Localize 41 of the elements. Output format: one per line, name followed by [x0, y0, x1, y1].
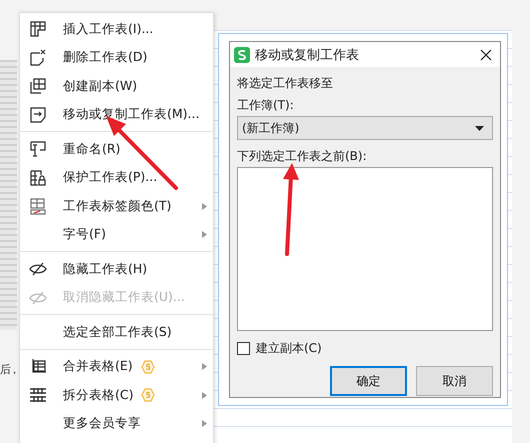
- close-icon[interactable]: [480, 48, 492, 60]
- menu-item[interactable]: 选定全部工作表(S): [20, 318, 213, 346]
- delete-sheet-icon: [29, 48, 47, 67]
- menu-item[interactable]: 删除工作表(D): [20, 44, 213, 72]
- workbook-dropdown[interactable]: (新工作簿): [237, 116, 493, 140]
- dropdown-caret-icon: [475, 126, 484, 130]
- menu-item[interactable]: 隐藏工作表(H): [20, 255, 213, 284]
- workbook-label: 工作簿(T):: [237, 97, 295, 113]
- app-logo-icon: [234, 46, 250, 62]
- sheet-list[interactable]: [237, 167, 493, 331]
- insert-sheet-icon: [29, 20, 47, 38]
- tab-color-icon: [29, 197, 47, 216]
- menu-item[interactable]: 重命名(R): [20, 135, 213, 164]
- before-sheet-label: 下列选定工作表之前(B):: [237, 148, 368, 164]
- move-sheet-icon: [29, 106, 47, 124]
- dialog-title: 移动或复制工作表: [255, 46, 359, 64]
- menu-item[interactable]: 插入工作表(I)...: [20, 15, 213, 44]
- menu-item[interactable]: 工作表标签颜色(T): [20, 192, 213, 220]
- vip-badge-icon: [140, 360, 155, 374]
- submenu-arrow-icon: [202, 231, 207, 238]
- move-to-label: 将选定工作表移至: [237, 75, 334, 91]
- submenu-arrow-icon: [202, 392, 207, 399]
- menu-item[interactable]: 更多会员专享: [20, 410, 213, 438]
- dialog-button[interactable]: 取消: [416, 366, 493, 396]
- menu-item[interactable]: 合并表格(E): [20, 352, 213, 381]
- checkbox-label: 建立副本(C): [256, 340, 322, 357]
- menu-item[interactable]: 创建副本(W): [20, 72, 213, 100]
- background-text: 后，: [0, 362, 18, 377]
- submenu-arrow-icon: [202, 363, 207, 370]
- menu-item[interactable]: 字号(F): [20, 220, 213, 249]
- rename-icon: [29, 140, 47, 158]
- menu-item[interactable]: 拆分表格(C): [20, 381, 213, 410]
- copy-sheet-icon: [29, 77, 47, 96]
- protect-sheet-icon: [29, 168, 47, 187]
- submenu-arrow-icon: [202, 420, 207, 428]
- vip-badge-icon: [141, 388, 156, 402]
- menu-item[interactable]: 保护工作表(P)...: [20, 164, 213, 192]
- dialog-button[interactable]: 确定: [330, 366, 407, 396]
- checkbox[interactable]: [237, 342, 250, 355]
- submenu-arrow-icon: [202, 202, 207, 210]
- split-table-icon: [29, 386, 47, 404]
